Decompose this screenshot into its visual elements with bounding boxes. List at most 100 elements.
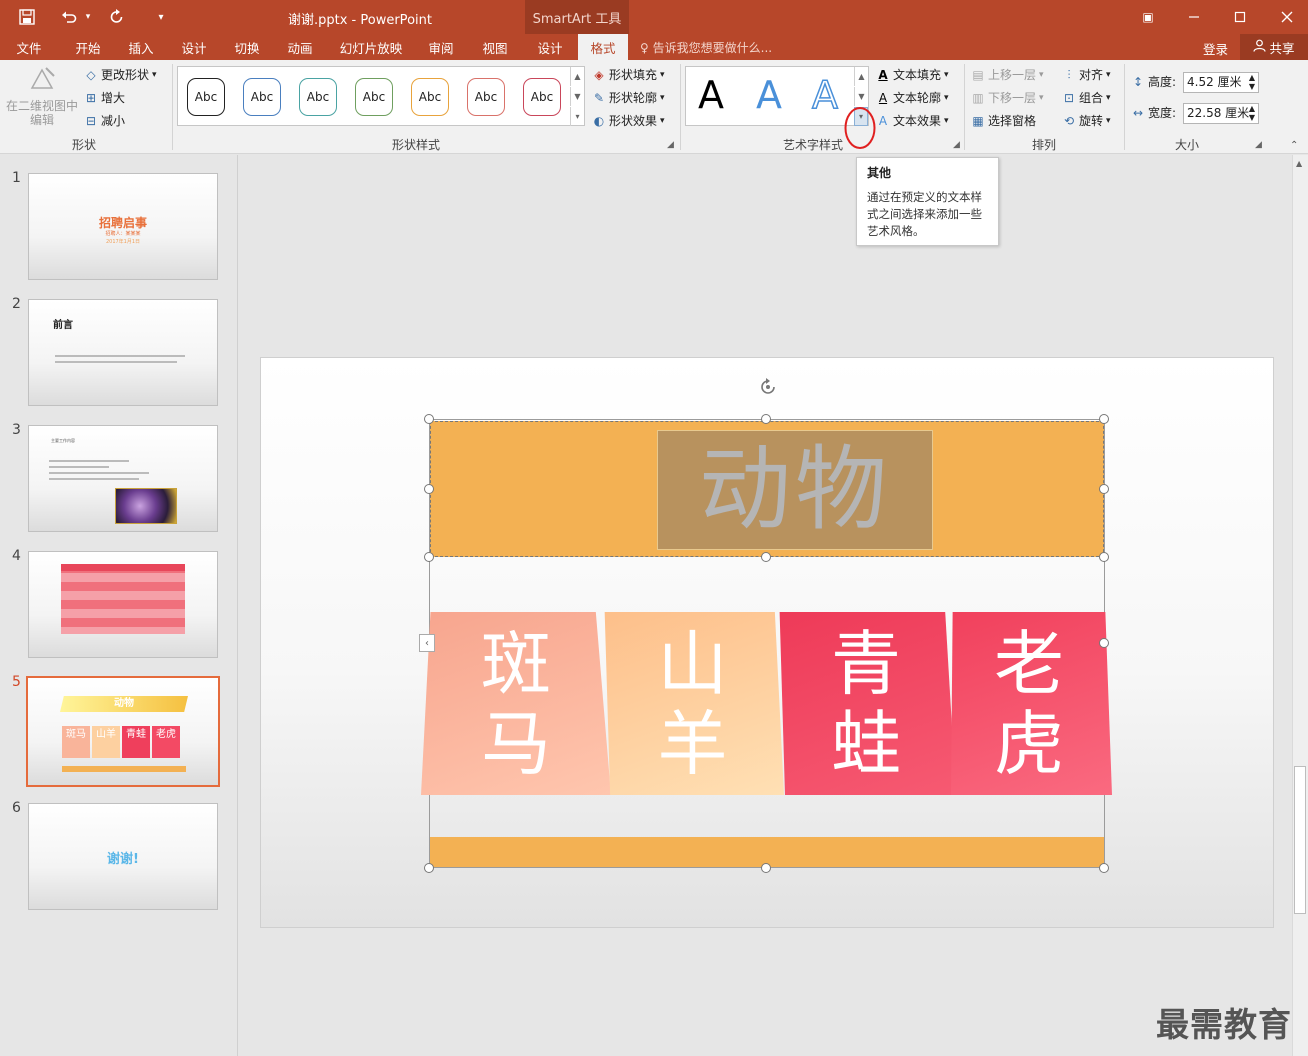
text-pane-toggle-icon[interactable]: ‹ xyxy=(419,634,435,652)
slide-thumbnail-4[interactable] xyxy=(28,551,218,658)
shape-outline-button[interactable]: ✎ 形状轮廓 ▾ xyxy=(592,89,665,106)
text-fill-button[interactable]: A 文本填充 ▾ xyxy=(876,66,948,83)
tab-view[interactable]: 视图 xyxy=(472,34,518,60)
share-button[interactable]: 共享 xyxy=(1240,34,1308,60)
slide-thumbnail-2[interactable]: 前言 xyxy=(28,299,218,406)
tab-animations[interactable]: 动画 xyxy=(277,34,323,60)
smartart-item-zebra[interactable]: 斑 马 xyxy=(421,612,611,795)
chevron-down-icon: ▾ xyxy=(1039,92,1044,103)
smaller-button[interactable]: ⊟ 减小 xyxy=(84,112,125,129)
resize-handle[interactable] xyxy=(424,414,434,424)
rotate-handle-icon[interactable] xyxy=(757,376,779,398)
wordart-style-2[interactable]: A xyxy=(756,73,782,117)
undo-icon[interactable] xyxy=(58,6,80,28)
group-button[interactable]: ⊡ 组合 ▾ xyxy=(1062,89,1111,106)
resize-handle[interactable] xyxy=(1099,414,1109,424)
shape-effects-button[interactable]: ◐ 形状效果 ▾ xyxy=(592,112,665,129)
resize-handle[interactable] xyxy=(1099,863,1109,873)
text-outline-icon: A xyxy=(878,90,888,105)
close-button[interactable] xyxy=(1272,6,1302,28)
slide-thumbnail-6[interactable]: 谢谢! xyxy=(28,803,218,910)
bring-forward-button[interactable]: ▤ 上移一层 ▾ xyxy=(971,66,1043,83)
slide-thumbnail-1[interactable]: 招聘启事 招聘人：某某某 2017年1月1日 xyxy=(28,173,218,280)
tab-smartart-design[interactable]: 设计 xyxy=(527,34,573,60)
edit-in-2d-button[interactable]: 在二维视图中编辑 xyxy=(4,64,80,127)
smartart-item-frog[interactable]: 青 蛙 xyxy=(779,612,956,795)
tab-transitions[interactable]: 切换 xyxy=(224,34,270,60)
spinner-icon[interactable]: ▲ ▼ xyxy=(1249,73,1255,91)
resize-handle[interactable] xyxy=(1099,484,1109,494)
scroll-up-icon[interactable]: ▲ xyxy=(1296,159,1302,168)
gallery-scroll-up-icon[interactable]: ▲ xyxy=(854,67,868,86)
group-icon: ⊡ xyxy=(1063,90,1075,105)
larger-button[interactable]: ⊞ 增大 xyxy=(84,89,125,106)
tell-me-box[interactable]: ♀ 告诉我您想要做什么... xyxy=(640,39,772,56)
signin-link[interactable]: 登录 xyxy=(1203,39,1228,58)
shape-style-3[interactable]: Abc xyxy=(299,78,337,116)
text-outline-button[interactable]: A 文本轮廓 ▾ xyxy=(876,89,949,106)
resize-handle[interactable] xyxy=(424,552,434,562)
shape-style-5[interactable]: Abc xyxy=(411,78,449,116)
resize-handle[interactable] xyxy=(1099,638,1109,648)
shape-style-1[interactable]: Abc xyxy=(187,78,225,116)
customize-quick-access-icon[interactable]: ▾ xyxy=(152,6,170,28)
height-input[interactable]: 4.52 厘米 ▲ ▼ xyxy=(1183,72,1259,93)
tab-slideshow[interactable]: 幻灯片放映 xyxy=(334,34,408,60)
larger-icon: ⊞ xyxy=(85,90,97,105)
scrollbar-thumb[interactable] xyxy=(1294,766,1306,914)
gallery-scroll-up-icon[interactable]: ▲ xyxy=(570,67,584,86)
shape-style-2[interactable]: Abc xyxy=(243,78,281,116)
resize-handle[interactable] xyxy=(1099,552,1109,562)
tab-insert[interactable]: 插入 xyxy=(118,34,164,60)
shape-fill-button[interactable]: ◈ 形状填充 ▾ xyxy=(592,66,664,83)
tab-home[interactable]: 开始 xyxy=(64,34,112,60)
undo-dropdown-icon[interactable]: ▾ xyxy=(82,6,94,28)
tab-design[interactable]: 设计 xyxy=(171,34,217,60)
thumb-text-line xyxy=(49,466,109,468)
shape-styles-gallery[interactable]: Abc Abc Abc Abc Abc Abc Abc ▲ ▼ ▾ xyxy=(177,66,585,126)
width-label: ↔ 宽度: xyxy=(1131,104,1176,121)
tab-file[interactable]: 文件 xyxy=(8,34,50,60)
slide-thumbnail-3[interactable]: 主要工作内容 xyxy=(28,425,218,532)
pen-icon: ✎ xyxy=(593,90,605,105)
redo-icon[interactable] xyxy=(106,6,128,28)
shape-style-4[interactable]: Abc xyxy=(355,78,393,116)
width-input[interactable]: 22.58 厘米 ▲ ▼ xyxy=(1183,103,1259,124)
save-icon[interactable] xyxy=(16,6,38,28)
dialog-launcher-icon[interactable]: ◢ xyxy=(953,140,960,150)
shape-effects-label: 形状效果 xyxy=(609,114,658,128)
resize-handle[interactable] xyxy=(761,552,771,562)
collapse-ribbon-icon[interactable]: ⌃ xyxy=(1290,140,1298,151)
thumb-table-header xyxy=(61,564,185,571)
smartart-title-box[interactable]: 动物 xyxy=(657,430,933,550)
change-shape-button[interactable]: ◇ 更改形状 ▾ xyxy=(84,66,156,83)
send-backward-button[interactable]: ▥ 下移一层 ▾ xyxy=(971,89,1044,106)
shape-style-7[interactable]: Abc xyxy=(523,78,561,116)
spinner-icon[interactable]: ▲ ▼ xyxy=(1249,104,1255,122)
maximize-button[interactable] xyxy=(1225,6,1255,28)
smartart-item-goat[interactable]: 山 羊 xyxy=(604,612,784,795)
shape-style-6[interactable]: Abc xyxy=(467,78,505,116)
rotate-button[interactable]: ⟲ 旋转 ▾ xyxy=(1062,112,1111,129)
dialog-launcher-icon[interactable]: ◢ xyxy=(1255,140,1262,150)
minimize-button[interactable] xyxy=(1179,6,1209,28)
resize-handle[interactable] xyxy=(761,863,771,873)
height-value: 4.52 厘米 xyxy=(1187,75,1242,89)
resize-handle[interactable] xyxy=(424,863,434,873)
smartart-item-tiger[interactable]: 老 虎 xyxy=(950,612,1112,795)
slide-thumbnail-5[interactable]: 动物 斑马 山羊 青蛙 老虎 xyxy=(26,676,220,787)
vertical-scrollbar[interactable]: ▲ xyxy=(1292,155,1308,1056)
text-effects-button[interactable]: A 文本效果 ▾ xyxy=(876,112,949,129)
gallery-more-icon[interactable]: ▾ xyxy=(570,107,584,126)
dialog-launcher-icon[interactable]: ◢ xyxy=(667,140,674,150)
resize-handle[interactable] xyxy=(424,484,434,494)
tab-review[interactable]: 审阅 xyxy=(418,34,464,60)
tab-format[interactable]: 格式 xyxy=(578,34,628,60)
selection-pane-button[interactable]: ▦ 选择窗格 xyxy=(971,112,1036,129)
gallery-scroll-down-icon[interactable]: ▼ xyxy=(570,87,584,106)
ribbon-display-options-icon[interactable]: ▣ xyxy=(1133,6,1163,28)
wordart-style-3[interactable]: A xyxy=(811,72,839,118)
align-button[interactable]: ⫶ 对齐 ▾ xyxy=(1062,66,1110,83)
wordart-style-1[interactable]: A xyxy=(698,73,724,117)
resize-handle[interactable] xyxy=(761,414,771,424)
